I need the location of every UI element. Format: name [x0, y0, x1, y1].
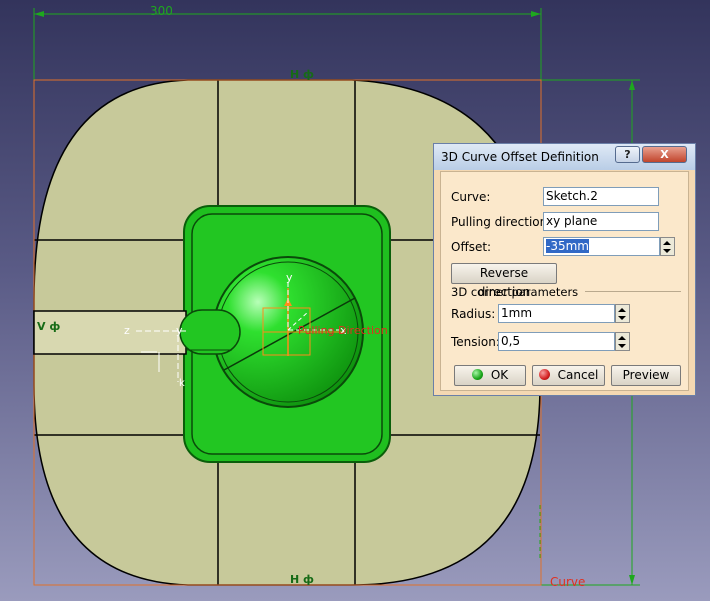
- tension-spinner[interactable]: [615, 332, 630, 351]
- spin-up-icon[interactable]: [618, 308, 626, 312]
- horizontal-constraint-bottom[interactable]: H ф: [290, 573, 314, 586]
- spin-up-icon[interactable]: [618, 336, 626, 340]
- dialog-titlebar[interactable]: 3D Curve Offset Definition ? X: [434, 144, 695, 170]
- help-button[interactable]: ?: [615, 146, 640, 163]
- curve-label[interactable]: Curve: [550, 575, 585, 589]
- radius-field[interactable]: 1mm: [498, 304, 615, 323]
- ok-label: OK: [490, 368, 509, 382]
- axis-k-label: k: [179, 378, 185, 389]
- spin-down-icon[interactable]: [663, 249, 671, 253]
- offset-value: -35mm: [546, 239, 589, 253]
- cancel-button[interactable]: Cancel: [532, 365, 605, 386]
- cylinder-green-end[interactable]: [179, 309, 241, 355]
- dialog-title: 3D Curve Offset Definition: [441, 150, 599, 164]
- spin-up-icon[interactable]: [663, 241, 671, 245]
- spin-down-icon[interactable]: [618, 344, 626, 348]
- vertical-constraint[interactable]: V ф: [37, 320, 60, 333]
- axis-y2-label: y: [176, 324, 183, 337]
- axis-z-label: z: [124, 324, 130, 337]
- curve-field[interactable]: Sketch.2: [543, 187, 659, 206]
- offset-spinner[interactable]: [660, 237, 675, 256]
- horizontal-constraint-top[interactable]: H ф: [290, 68, 314, 81]
- dimension-value-300[interactable]: 300: [150, 4, 173, 18]
- cancel-label: Cancel: [557, 368, 599, 382]
- dimension-arrow: [629, 575, 635, 585]
- axis-y-label: y: [286, 271, 293, 284]
- pulling-direction-label-text: Pulling direction:: [451, 215, 552, 229]
- pulling-direction-label[interactable]: Pulling Direction: [298, 324, 388, 337]
- dimension-arrow: [629, 80, 635, 90]
- pulling-direction-field[interactable]: xy plane: [543, 212, 659, 231]
- reverse-direction-button[interactable]: Reverse direction: [451, 263, 557, 299]
- group-divider: [585, 291, 681, 292]
- offset-label-text: Offset:: [451, 240, 492, 254]
- cancel-icon: [538, 369, 550, 380]
- ok-button[interactable]: OK: [454, 365, 526, 386]
- corner-group-label: 3D corner parameters: [451, 285, 579, 299]
- curve-offset-dialog: 3D Curve Offset Definition ? X Curve: Sk…: [433, 143, 696, 396]
- radius-spinner[interactable]: [615, 304, 630, 323]
- tension-field[interactable]: 0,5: [498, 332, 615, 351]
- radius-label-text: Radius:: [451, 307, 496, 321]
- spin-down-icon[interactable]: [618, 316, 626, 320]
- dialog-body: Curve: Sketch.2 Pulling direction: xy pl…: [440, 171, 689, 391]
- ok-icon: [471, 369, 483, 380]
- offset-field[interactable]: -35mm: [543, 237, 660, 256]
- preview-button[interactable]: Preview: [611, 365, 681, 386]
- close-button[interactable]: X: [642, 146, 687, 163]
- curve-label-text: Curve:: [451, 190, 491, 204]
- dimension-arrow: [531, 11, 541, 17]
- dimension-arrow: [34, 11, 44, 17]
- tension-label-text: Tension:: [451, 335, 500, 349]
